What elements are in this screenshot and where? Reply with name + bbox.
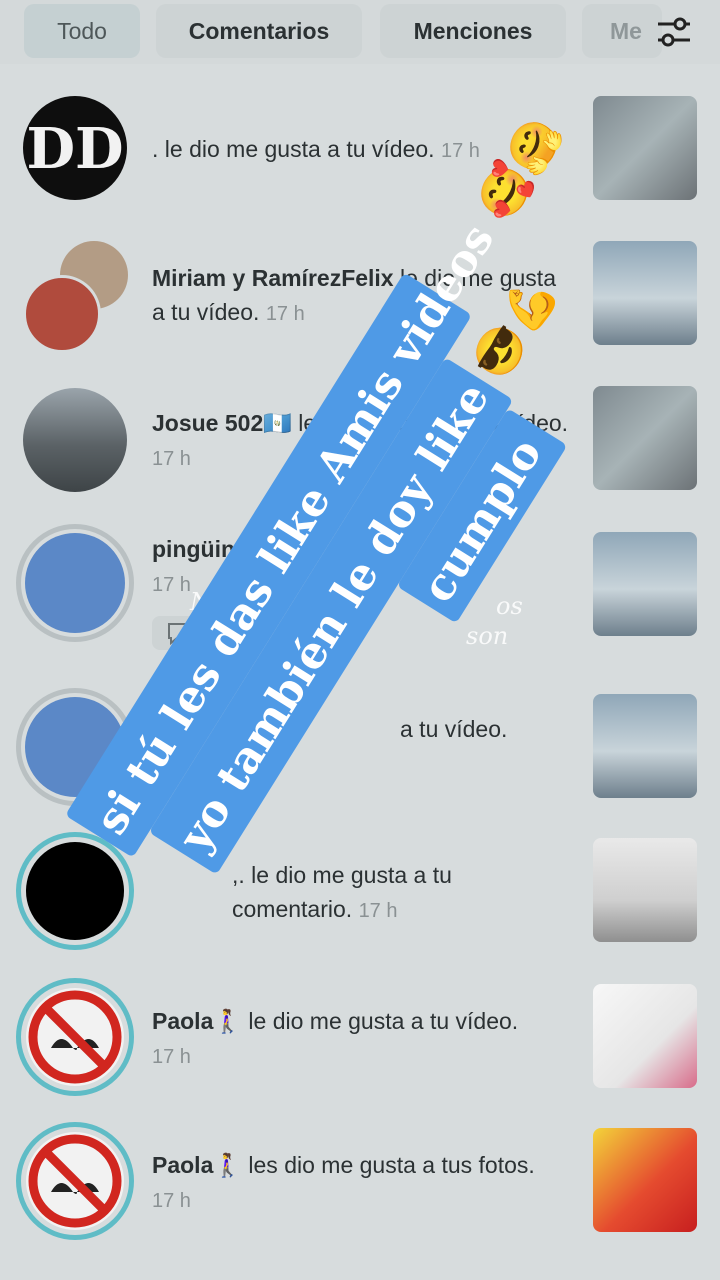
list-item[interactable]: a tu vídeo. — [0, 684, 720, 824]
photo-thumbnail[interactable] — [593, 1128, 697, 1232]
timestamp: 17 h — [152, 1046, 191, 1068]
tab-todo[interactable]: Todo — [24, 4, 140, 58]
svg-text:DD: DD — [26, 116, 123, 182]
user-name[interactable]: Miriam y RamírezFelix — [152, 265, 394, 291]
comment-icon — [168, 623, 190, 646]
notification-text: . le dio me gusta a tu vídeo. 17 h — [152, 132, 572, 168]
notification-text: Miriam y RamírezFelix le dio me gusta a … — [152, 261, 572, 331]
user-name[interactable]: Paola🚶‍♀️ — [152, 1152, 242, 1178]
no-bra-icon — [28, 1134, 122, 1228]
user-name[interactable]: Josue 502🇬🇹 — [152, 410, 292, 436]
notification-text: ,. le dio me gusta a tu comentario. 17 h — [232, 858, 572, 928]
reply-button[interactable] — [152, 616, 212, 650]
timestamp: 17 h — [152, 448, 191, 470]
background-caption: son — [466, 622, 509, 650]
notification-message: le dio me gusta a tu vídeo. — [242, 1008, 519, 1034]
video-thumbnail[interactable] — [593, 838, 697, 942]
timestamp: 17 h — [152, 574, 191, 596]
video-thumbnail[interactable] — [593, 241, 697, 345]
list-item[interactable]: Paola🚶‍♀️ le dio me gusta a tu vídeo. 17… — [0, 974, 720, 1114]
avatar[interactable] — [25, 697, 125, 797]
tab-menciones[interactable]: Menciones — [380, 4, 566, 58]
notification-message: le dio me gusta a tu vídeo. — [291, 410, 569, 436]
list-item[interactable]: Paola🚶‍♀️ les dio me gusta a tus fotos. … — [0, 1118, 720, 1258]
no-bra-icon — [28, 990, 122, 1084]
list-item[interactable]: Josue 502🇬🇹 le dio me gusta a tu vídeo. … — [0, 370, 720, 510]
user-name[interactable]: pingüino — [152, 536, 249, 562]
notification-text: Josue 502🇬🇹 le dio me gusta a tu vídeo. … — [152, 406, 572, 476]
notification-text: Paola🚶‍♀️ les dio me gusta a tus fotos. … — [152, 1148, 572, 1218]
timestamp: 17 h — [265, 303, 305, 325]
list-item[interactable]: DD . le dio me gusta a tu vídeo. 17 h — [0, 80, 720, 220]
timestamp: 17 h — [440, 140, 480, 162]
avatar[interactable] — [26, 842, 124, 940]
background-caption: No — [190, 588, 226, 616]
avatar[interactable]: DD — [23, 96, 127, 200]
list-item[interactable]: pingüino 17 h — [0, 520, 720, 660]
timestamp: 17 h — [358, 900, 398, 922]
user-name[interactable]: Paola🚶‍♀️ — [152, 1008, 242, 1034]
timestamp: 17 h — [152, 1190, 191, 1212]
tab-more[interactable]: Me — [582, 4, 662, 58]
avatar[interactable] — [26, 1132, 124, 1230]
avatar[interactable] — [25, 533, 125, 633]
avatar[interactable] — [26, 988, 124, 1086]
notification-tabs: Todo Comentarios Menciones Me — [0, 0, 720, 64]
video-thumbnail[interactable] — [593, 984, 697, 1088]
video-thumbnail[interactable] — [593, 96, 697, 200]
background-caption: os — [496, 592, 523, 620]
notification-message: a tu vídeo. — [400, 716, 508, 742]
video-thumbnail[interactable] — [593, 386, 697, 490]
list-item[interactable]: Miriam y RamírezFelix le dio me gusta a … — [0, 225, 720, 365]
avatar[interactable] — [23, 388, 127, 492]
notification-text: a tu vídeo. — [400, 712, 580, 746]
notification-message: les dio me gusta a tus fotos. — [242, 1152, 535, 1178]
video-thumbnail[interactable] — [593, 532, 697, 636]
dd-logo-icon: DD — [26, 116, 123, 182]
notification-message: . le dio me gusta a tu vídeo. — [152, 136, 435, 162]
notification-text: Paola🚶‍♀️ le dio me gusta a tu vídeo. 17… — [152, 1004, 572, 1074]
filter-icon[interactable] — [654, 14, 694, 50]
list-item[interactable]: ,. le dio me gusta a tu comentario. 17 h — [0, 828, 720, 968]
notification-message: ,. le dio me gusta a tu comentario. — [232, 862, 452, 922]
avatar[interactable] — [23, 275, 101, 353]
tab-comentarios[interactable]: Comentarios — [156, 4, 362, 58]
video-thumbnail[interactable] — [593, 694, 697, 798]
